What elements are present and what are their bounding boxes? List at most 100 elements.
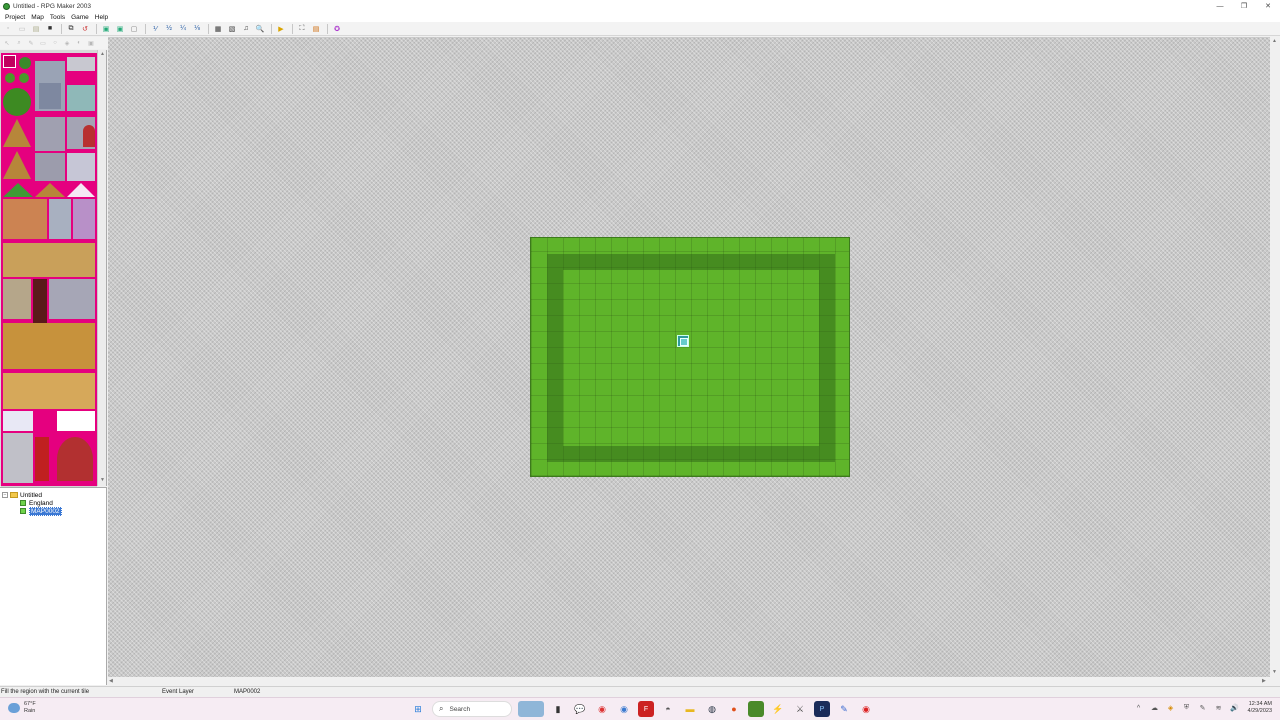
fullscreen-icon[interactable]: ⛶ xyxy=(296,23,308,35)
horizontal-scrollbar[interactable]: ◀ ▶ xyxy=(108,677,1270,686)
database-icon[interactable]: ▦ xyxy=(212,23,224,35)
select-icon[interactable]: ↖ xyxy=(2,38,12,48)
mountain-tile[interactable] xyxy=(3,119,31,147)
chevron-up-icon[interactable]: ^ xyxy=(1134,703,1144,713)
dark-door-tile[interactable] xyxy=(33,279,47,323)
map-grid[interactable] xyxy=(530,237,850,477)
wooden-items-tile[interactable] xyxy=(3,323,95,369)
undo-icon[interactable]: ↺ xyxy=(79,23,91,35)
castle-gate-tile[interactable] xyxy=(35,117,65,151)
hill-tile[interactable] xyxy=(3,183,33,197)
rpg-maker-icon[interactable]: ⚔ xyxy=(792,701,808,717)
record-icon[interactable]: ◉ xyxy=(858,701,874,717)
vertical-scrollbar[interactable]: ▲ ▼ xyxy=(1270,37,1280,677)
fireplace-tile[interactable] xyxy=(3,433,33,483)
circle-icon[interactable]: ○ xyxy=(50,38,60,48)
game-icon[interactable]: ● xyxy=(726,701,742,717)
scroll-down-icon[interactable]: ▼ xyxy=(1272,669,1277,675)
tree-root[interactable]: − Untitled xyxy=(0,491,106,499)
windows-start-icon[interactable]: ⊞ xyxy=(410,701,426,717)
selected-tile[interactable] xyxy=(3,55,16,68)
search-event-icon[interactable]: 🔍 xyxy=(254,23,266,35)
steam-icon[interactable]: ◍ xyxy=(704,701,720,717)
crystal-tile[interactable] xyxy=(73,199,95,239)
copy-icon[interactable]: ⧉ xyxy=(65,23,77,35)
minimize-button[interactable]: — xyxy=(1208,0,1232,12)
tile-palette[interactable] xyxy=(1,53,97,486)
hill-tile[interactable] xyxy=(35,183,65,197)
chat-icon[interactable]: 💬 xyxy=(572,701,588,717)
tree-tile[interactable] xyxy=(19,57,31,69)
fill-icon[interactable]: ◈ xyxy=(62,38,72,48)
zoom-2-icon[interactable]: ½ xyxy=(163,23,175,35)
pencil-icon[interactable]: ✎ xyxy=(26,38,36,48)
mountain-tile[interactable] xyxy=(3,151,31,179)
scroll-down-icon[interactable]: ▼ xyxy=(99,477,106,484)
close-project-icon[interactable]: ▤ xyxy=(30,23,42,35)
event-marker[interactable] xyxy=(677,335,689,347)
close-button[interactable]: ✕ xyxy=(1256,0,1280,12)
menu-help[interactable]: Help xyxy=(92,14,111,21)
clock[interactable]: 12:34 AM 4/29/2023 xyxy=(1248,701,1272,715)
shop-signs-tile[interactable] xyxy=(3,243,95,277)
restore-button[interactable]: ❐ xyxy=(1232,0,1256,12)
open-project-icon[interactable]: ▭ xyxy=(16,23,28,35)
bush-tile[interactable] xyxy=(19,73,29,83)
snow-peak-tile[interactable] xyxy=(67,183,95,197)
new-project-icon[interactable]: ▫ xyxy=(2,23,14,35)
big-tree-tile[interactable] xyxy=(3,88,31,116)
rectangle-icon[interactable]: ▭ xyxy=(38,38,48,48)
upper-layer-icon[interactable]: ▣ xyxy=(114,23,126,35)
scroll-up-icon[interactable]: ▲ xyxy=(99,51,106,58)
browser-icon[interactable]: ◉ xyxy=(616,701,632,717)
statue-tile[interactable] xyxy=(49,199,71,239)
bush-tile[interactable] xyxy=(5,73,15,83)
tower-tile[interactable] xyxy=(67,85,95,111)
volume-icon[interactable]: 🔊 xyxy=(1230,703,1240,713)
title-screen-icon[interactable]: ▤ xyxy=(310,23,322,35)
sublime-icon[interactable]: ⚡ xyxy=(770,701,786,717)
shadow-icon[interactable]: ◐ xyxy=(74,38,84,48)
file-explorer-icon[interactable]: ▬ xyxy=(682,701,698,717)
statues-tile[interactable] xyxy=(49,279,95,319)
bed-tile[interactable] xyxy=(3,411,33,431)
photoshop-icon[interactable]: P xyxy=(814,701,830,717)
throne-tile[interactable] xyxy=(57,437,93,481)
scroll-up-icon[interactable]: ▲ xyxy=(1272,38,1277,44)
app-tray-icon[interactable]: ◈ xyxy=(1166,703,1176,713)
piano-tile[interactable] xyxy=(57,411,95,431)
tree-item-label[interactable]: England xyxy=(29,500,53,507)
chrome-icon[interactable]: ◉ xyxy=(594,701,610,717)
pen-icon[interactable]: ✎ xyxy=(1198,703,1208,713)
pillar-tile[interactable] xyxy=(67,153,95,181)
map-canvas[interactable] xyxy=(108,37,1270,677)
fence-tile[interactable] xyxy=(67,57,95,71)
menu-map[interactable]: Map xyxy=(28,14,47,21)
tree-item[interactable]: MAP0002 xyxy=(0,506,106,516)
palette-scrollbar[interactable]: ▲ ▼ xyxy=(97,50,106,486)
help-icon[interactable]: ✪ xyxy=(331,23,343,35)
menu-tools[interactable]: Tools xyxy=(47,14,68,21)
cloud-icon[interactable]: ☁ xyxy=(1150,703,1160,713)
scenery-widget-icon[interactable] xyxy=(518,701,544,717)
task-view-icon[interactable]: ▮ xyxy=(550,701,566,717)
shield-icon[interactable]: ⛨ xyxy=(1182,703,1192,713)
zoom-icon[interactable]: ⌕ xyxy=(14,38,24,48)
paint-icon[interactable]: ✎ xyxy=(836,701,852,717)
carpet-tile[interactable] xyxy=(35,437,49,481)
furniture-tile[interactable] xyxy=(3,199,47,239)
weather-widget[interactable]: 67°F Rain xyxy=(8,701,36,715)
tables-tile[interactable] xyxy=(3,373,95,409)
tree-item-label-selected[interactable]: MAP0002 xyxy=(29,506,62,516)
zoom-4-icon[interactable]: ¼ xyxy=(177,23,189,35)
music-icon[interactable]: ♫ xyxy=(240,23,252,35)
scroll-left-icon[interactable]: ◀ xyxy=(109,678,113,684)
castle-wall-tile[interactable] xyxy=(39,83,61,109)
taskbar-search[interactable]: ⌕ Search xyxy=(432,701,512,717)
zoom-1-icon[interactable]: ⅟ xyxy=(149,23,161,35)
lower-layer-icon[interactable]: ▣ xyxy=(100,23,112,35)
zoom-8-icon[interactable]: ⅛ xyxy=(191,23,203,35)
scroll-right-icon[interactable]: ▶ xyxy=(1262,678,1266,684)
flash-icon[interactable]: F xyxy=(638,701,654,717)
wifi-icon[interactable]: ≋ xyxy=(1214,703,1224,713)
